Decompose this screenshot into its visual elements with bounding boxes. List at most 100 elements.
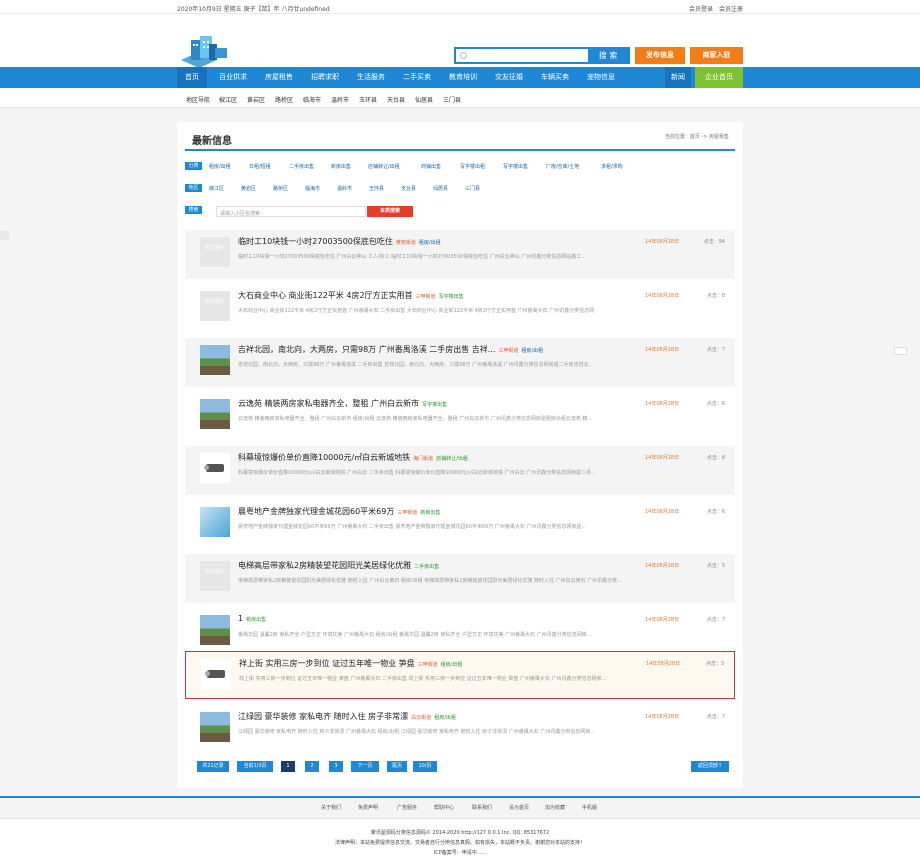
footer-link[interactable]: 联系我们: [472, 804, 492, 811]
search-button[interactable]: 搜 索: [588, 49, 628, 62]
listing-title[interactable]: 临时工10块钱一小时27003500保底包吃住 黄安街道 租房/出租: [238, 236, 441, 247]
filter-option[interactable]: 店铺转让/出租: [368, 163, 400, 170]
listing-title-text[interactable]: 江绿园 豪华装修 家私电齐 随时入住 房子非常漂: [238, 712, 408, 721]
filter-option[interactable]: 二手房出售: [289, 163, 314, 170]
filter-option[interactable]: 写字楼出租: [460, 163, 485, 170]
listing-title[interactable]: 江绿园 豪华装修 家私电齐 随时入住 房子非常漂 白云街道 租房/出租: [238, 711, 456, 722]
filter-option[interactable]: 仙居县: [433, 185, 448, 192]
filter-option[interactable]: 三门县: [465, 185, 480, 192]
listing-title[interactable]: 1 新房出售: [238, 614, 266, 623]
filter-option[interactable]: 玉环县: [369, 185, 384, 192]
nav-news[interactable]: 新闻: [665, 67, 691, 88]
filter-option[interactable]: 温岭市: [337, 185, 352, 192]
listing-thumbnail[interactable]: [200, 453, 230, 483]
listing-thumbnail[interactable]: [200, 507, 230, 537]
listing-item[interactable]: 晨粤地产金牌独家代理金城花园60平米69万 三甲街道 新房出售 14年08月28日 点击…: [185, 500, 735, 549]
page-3[interactable]: 3: [329, 761, 343, 772]
listing-thumbnail[interactable]: [200, 615, 230, 645]
nav-home[interactable]: 首页: [177, 67, 207, 88]
listing-title-text[interactable]: 科幕境惊爆价单价直降10000元/㎡白云新城地铁: [238, 453, 410, 462]
listing-tag[interactable]: 写字楼出售: [439, 294, 464, 300]
nav-life[interactable]: 生活服务: [351, 67, 391, 88]
listing-tag[interactable]: 三甲街道: [397, 510, 417, 516]
page-2[interactable]: 2: [305, 761, 319, 772]
nav-secondhand[interactable]: 二手买卖: [397, 67, 437, 88]
register-link[interactable]: 会员注册: [719, 6, 743, 13]
listing-item[interactable]: 江绿园 豪华装修 家私电齐 随时入住 房子非常漂 白云街道 租房/出租 14年08月2…: [185, 705, 735, 754]
listing-item[interactable]: 祥上街 实用三房一步到位 证过五年唯一物业 笋盘 三甲街道 租房/出租 14年08月2…: [185, 651, 735, 699]
listing-tag[interactable]: 三甲街道: [418, 662, 438, 668]
filter-option[interactable]: 椒江区: [209, 185, 224, 192]
filter-option[interactable]: 求租/求购: [601, 163, 623, 170]
footer-link[interactable]: 关于我们: [321, 804, 341, 811]
listing-tag[interactable]: 新房出售: [246, 617, 266, 623]
listing-thumbnail[interactable]: 暂无图片: [200, 237, 230, 267]
listing-tag[interactable]: 黄安街道: [396, 240, 416, 246]
footer-link[interactable]: 加为收藏: [545, 804, 565, 811]
listing-title[interactable]: 祥上街 实用三房一步到位 证过五年唯一物业 笋盘 三甲街道 租房/出租: [239, 658, 462, 669]
filter-option[interactable]: 厂房/仓库/土地: [546, 163, 579, 170]
nav-pets[interactable]: 宠物信息: [581, 67, 621, 88]
listing-tag[interactable]: 三甲街道: [416, 294, 436, 300]
footer-link[interactable]: 免费声明: [358, 804, 378, 811]
listing-tag[interactable]: 新房出售: [420, 510, 440, 516]
listing-title-text[interactable]: 电梯高层带家私2房精装望花园阳光美居绿化优雅: [238, 561, 411, 570]
listing-thumbnail[interactable]: 暂无图片: [200, 561, 230, 591]
region-link[interactable]: 三门县: [443, 95, 461, 104]
listing-tag[interactable]: 租房/出租: [434, 715, 456, 721]
listing-title[interactable]: 电梯高层带家私2房精装望花园阳光美居绿化优雅 二手房出售: [238, 560, 439, 571]
filter-option[interactable]: 黄岩区: [241, 185, 256, 192]
listing-tag[interactable]: 租房/出租: [419, 240, 441, 246]
listing-thumbnail[interactable]: 暂无图片: [200, 291, 230, 321]
nav-supply[interactable]: 百业供求: [213, 67, 253, 88]
side-tab-right[interactable]: [894, 347, 907, 355]
listing-item[interactable]: 吉祥北园，南北向，大两房，只需98万 广州番禺洛溪 二手房出售 吉祥... 三甲街…: [185, 338, 735, 387]
next-page-button[interactable]: 下一页: [351, 761, 379, 772]
listing-thumbnail[interactable]: [200, 712, 230, 742]
filter-option[interactable]: 商铺出售: [421, 163, 441, 170]
search-box[interactable]: 搜 索: [454, 47, 630, 64]
listing-item[interactable]: 云逸苑 精装两房家私电器齐全，整租 广州白云新市 写字楼出售 14年08月28日 点击…: [185, 392, 735, 441]
region-link[interactable]: 黄岩区: [247, 95, 265, 104]
listing-title[interactable]: 吉祥北园，南北向，大两房，只需98万 广州番禺洛溪 二手房出售 吉祥... 三甲街…: [238, 344, 543, 355]
region-link[interactable]: 路桥区: [275, 95, 293, 104]
join-button[interactable]: 商家入驻: [690, 47, 743, 64]
site-logo[interactable]: [179, 36, 231, 70]
listing-tag[interactable]: 海门街道: [413, 456, 433, 462]
listing-tag[interactable]: 白云街道: [411, 715, 431, 721]
listing-title-text[interactable]: 晨粤地产金牌独家代理金城花园60平米69万: [238, 507, 394, 516]
listing-title[interactable]: 大石商业中心 商业街122平米 4房2厅方正实用首 三甲街道 写字楼出售: [238, 290, 464, 301]
listing-title[interactable]: 科幕境惊爆价单价直降10000元/㎡白云新城地铁 海门街道 店铺转让/出租: [238, 452, 468, 463]
listing-title-text[interactable]: 大石商业中心 商业街122平米 4房2厅方正实用首: [238, 291, 413, 300]
page-1[interactable]: 1: [281, 761, 295, 772]
side-tab-left[interactable]: [0, 231, 9, 240]
nav-housing[interactable]: 房屋租售: [259, 67, 299, 88]
listing-tag[interactable]: 三甲街道: [498, 348, 518, 354]
listing-item[interactable]: 1 新房出售 14年08月28日 点击：7 番禺华园 温馨2房 家私齐全 户型方正 环境…: [185, 608, 735, 657]
category-search-button[interactable]: 本类搜索: [367, 206, 413, 217]
region-link[interactable]: 温岭市: [331, 95, 349, 104]
last-page-button[interactable]: 尾页: [387, 761, 407, 772]
region-link[interactable]: 椒江区: [219, 95, 237, 104]
filter-option[interactable]: 路桥区: [273, 185, 288, 192]
filter-option[interactable]: 新房出售: [331, 163, 351, 170]
listing-title-text[interactable]: 吉祥北园，南北向，大两房，只需98万 广州番禺洛溪 二手房出售 吉祥...: [238, 345, 495, 354]
region-link[interactable]: 天台县: [387, 95, 405, 104]
listing-title[interactable]: 云逸苑 精装两房家私电器齐全，整租 广州白云新市 写字楼出售: [238, 398, 447, 409]
listing-tag[interactable]: 租房/出租: [521, 348, 543, 354]
region-link[interactable]: 临海市: [303, 95, 321, 104]
listing-tag[interactable]: 写字楼出售: [422, 402, 447, 408]
listing-item[interactable]: 暂无图片 临时工10块钱一小时27003500保底包吃住 黄安街道 租房/出租 14年0…: [185, 230, 735, 279]
listing-thumbnail[interactable]: [200, 399, 230, 429]
nav-jobs[interactable]: 招聘求职: [305, 67, 345, 88]
nav-cars[interactable]: 车辆买卖: [535, 67, 575, 88]
listing-thumbnail[interactable]: [201, 659, 231, 689]
listing-item[interactable]: 科幕境惊爆价单价直降10000元/㎡白云新城地铁 海门街道 店铺转让/出租 14年08…: [185, 446, 735, 495]
listing-title-text[interactable]: 临时工10块钱一小时27003500保底包吃住: [238, 237, 393, 246]
listing-thumbnail[interactable]: [200, 345, 230, 375]
filter-option[interactable]: 天台县: [401, 185, 416, 192]
listing-title-text[interactable]: 1: [238, 614, 243, 623]
listing-tag[interactable]: 租房/出租: [441, 662, 463, 668]
footer-link[interactable]: 设为首页: [509, 804, 529, 811]
nav-company[interactable]: 企业首页: [695, 67, 743, 88]
